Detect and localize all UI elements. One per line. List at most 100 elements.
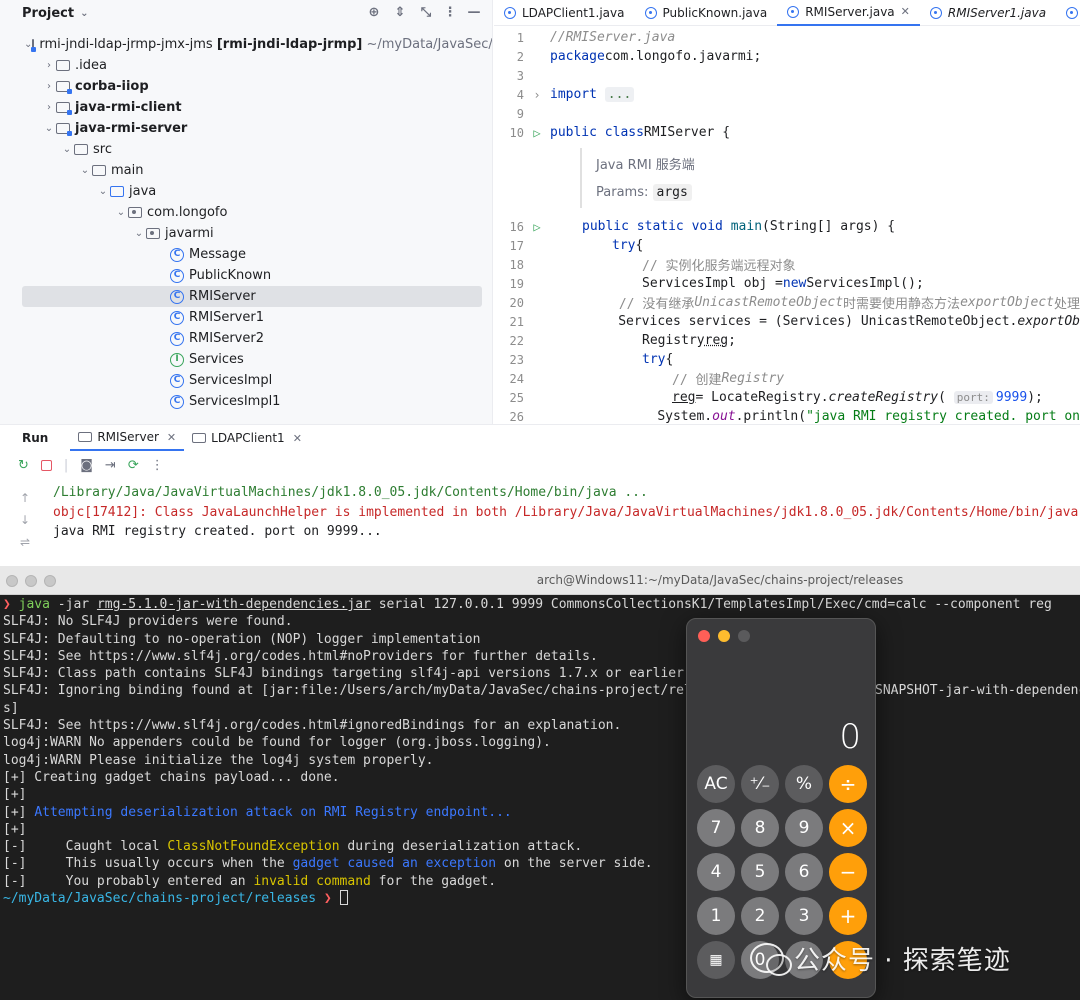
tree-item-src[interactable]: ⌄ src bbox=[0, 139, 492, 160]
calc-key-5[interactable]: 5 bbox=[741, 853, 779, 891]
calc-key-sign[interactable]: ⁺⁄₋ bbox=[741, 765, 779, 803]
run-gutter-icon[interactable]: ▷ bbox=[524, 220, 550, 234]
run-panel-title: Run bbox=[22, 431, 49, 445]
expand-all-icon[interactable]: ⇕ bbox=[392, 5, 408, 21]
close-window-icon[interactable] bbox=[698, 630, 710, 642]
calc-key-8[interactable]: 8 bbox=[741, 809, 779, 847]
tab-overflow[interactable] bbox=[1056, 0, 1080, 26]
class-icon bbox=[929, 6, 942, 19]
run-gutter-icon[interactable]: ▷ bbox=[524, 126, 550, 140]
calc-key-divide[interactable]: ÷ bbox=[829, 765, 867, 803]
more-options-icon[interactable]: ⋮ bbox=[442, 5, 458, 21]
minimize-window-icon[interactable] bbox=[25, 575, 37, 587]
terminal-window: arch@Windows11:~/myData/JavaSec/chains-p… bbox=[0, 566, 1080, 1000]
calc-key-4[interactable]: 4 bbox=[697, 853, 735, 891]
console-line: objc[17412]: Class JavaLaunchHelper is i… bbox=[53, 504, 1080, 520]
tree-item-rmiserver2[interactable]: C RMIServer2 bbox=[0, 328, 492, 349]
calc-key-2[interactable]: 2 bbox=[741, 897, 779, 935]
calc-key-multiply[interactable]: × bbox=[829, 809, 867, 847]
chevron-down-icon[interactable]: ⌄ bbox=[60, 144, 74, 155]
tree-item-servicesimpl1[interactable]: C ServicesImpl1 bbox=[0, 391, 492, 412]
chevron-down-icon[interactable]: ⌄ bbox=[80, 8, 88, 19]
chevron-right-icon[interactable]: › bbox=[42, 81, 56, 92]
terminal-line: SLF4J: Class path contains SLF4J binding… bbox=[3, 666, 692, 682]
chevron-right-icon[interactable]: › bbox=[42, 60, 56, 71]
chevron-down-icon[interactable]: ⌄ bbox=[96, 186, 110, 197]
tree-item-publicknown[interactable]: C PublicKnown bbox=[0, 265, 492, 286]
terminal-titlebar[interactable]: arch@Windows11:~/myData/JavaSec/chains-p… bbox=[0, 566, 1080, 595]
tab-ldapclient1[interactable]: LDAPClient1.java bbox=[494, 0, 635, 26]
chevron-down-icon[interactable]: ⌄ bbox=[42, 123, 56, 134]
tree-item-rmiserver1[interactable]: C RMIServer1 bbox=[0, 307, 492, 328]
fold-chevron-icon[interactable]: › bbox=[524, 88, 550, 102]
zoom-window-icon[interactable] bbox=[738, 630, 750, 642]
locate-icon[interactable]: ⊕ bbox=[366, 5, 382, 21]
calc-key-subtract[interactable]: − bbox=[829, 853, 867, 891]
close-window-icon[interactable] bbox=[6, 575, 18, 587]
tab-run-rmiserver[interactable]: RMIServer ✕ bbox=[70, 425, 185, 451]
module-folder-icon bbox=[31, 39, 37, 52]
chevron-down-icon[interactable]: ⌄ bbox=[114, 207, 128, 218]
tree-item-idea[interactable]: › .idea bbox=[0, 55, 492, 76]
calc-key-3[interactable]: 3 bbox=[785, 897, 823, 935]
calc-key-9[interactable]: 9 bbox=[785, 809, 823, 847]
tree-item-main[interactable]: ⌄ main bbox=[0, 160, 492, 181]
soft-wrap-icon[interactable]: ⇌ bbox=[12, 531, 38, 553]
class-icon: C bbox=[170, 247, 184, 262]
minimize-window-icon[interactable] bbox=[718, 630, 730, 642]
calc-key-6[interactable]: 6 bbox=[785, 853, 823, 891]
run-config-icon bbox=[78, 432, 93, 442]
folded-imports[interactable]: ... bbox=[604, 87, 635, 102]
chevron-right-icon[interactable]: › bbox=[42, 102, 56, 113]
close-icon[interactable]: ✕ bbox=[901, 5, 910, 18]
calculator-mode-icon[interactable]: ▦ bbox=[697, 941, 735, 979]
zoom-window-icon[interactable] bbox=[44, 575, 56, 587]
tree-item-java-rmi-client[interactable]: › java-rmi-client bbox=[0, 97, 492, 118]
tree-item-java[interactable]: ⌄ java bbox=[0, 181, 492, 202]
debug-icon[interactable]: ⟳ bbox=[128, 458, 139, 473]
project-panel-header[interactable]: Project ⌄ ⊕ ⇕ ⤡ ⋮ — bbox=[0, 0, 492, 26]
code-line: 23 try { bbox=[509, 352, 674, 367]
camera-icon[interactable]: ◙ bbox=[80, 458, 93, 473]
terminal-prompt[interactable]: ~/myData/JavaSec/chains-project/releases… bbox=[3, 890, 1080, 907]
calc-key-1[interactable]: 1 bbox=[697, 897, 735, 935]
code-editor: LDAPClient1.java PublicKnown.java RMISer… bbox=[494, 0, 1080, 424]
code-line: 3 bbox=[516, 68, 524, 83]
hide-panel-icon[interactable]: — bbox=[466, 5, 482, 21]
folder-icon bbox=[92, 165, 106, 176]
close-icon[interactable]: ✕ bbox=[167, 431, 176, 444]
tree-item-services[interactable]: I Services bbox=[0, 349, 492, 370]
tree-item-root[interactable]: ⌄ rmi-jndi-ldap-jrmp-jmx-jms [rmi-jndi-l… bbox=[0, 34, 492, 55]
rerun-icon[interactable]: ↻ bbox=[18, 458, 29, 473]
more-options-icon[interactable]: ⋮ bbox=[151, 458, 164, 473]
tree-item-com-longofo[interactable]: ⌄ com.longofo bbox=[0, 202, 492, 223]
tab-run-ldapclient1[interactable]: LDAPClient1 ✕ bbox=[184, 425, 310, 451]
chevron-down-icon[interactable]: ⌄ bbox=[78, 165, 92, 176]
tree-item-corba-iiop[interactable]: › corba-iiop bbox=[0, 76, 492, 97]
collapse-all-icon[interactable]: ⤡ bbox=[418, 5, 434, 21]
calc-key-percent[interactable]: % bbox=[785, 765, 823, 803]
ide-window: Project ⌄ ⊕ ⇕ ⤡ ⋮ — ⌄ rmi-jndi-ldap-jrmp… bbox=[0, 0, 1080, 566]
terminal-output[interactable]: ❯ java -jar rmg-5.1.0-jar-with-dependenc… bbox=[3, 596, 1080, 907]
calc-key-7[interactable]: 7 bbox=[697, 809, 735, 847]
tree-item-javarmi[interactable]: ⌄ javarmi bbox=[0, 223, 492, 244]
chevron-down-icon[interactable]: ⌄ bbox=[132, 228, 146, 239]
exit-icon[interactable]: ⇥ bbox=[105, 458, 116, 473]
terminal-title: arch@Windows11:~/myData/JavaSec/chains-p… bbox=[536, 573, 904, 587]
tab-publicknown[interactable]: PublicKnown.java bbox=[635, 0, 778, 26]
run-console-output[interactable]: /Library/Java/JavaVirtualMachines/jdk1.8… bbox=[53, 483, 1080, 542]
stop-icon[interactable] bbox=[40, 459, 52, 471]
tab-rmiserver1[interactable]: RMIServer1.java bbox=[920, 0, 1056, 26]
tree-item-servicesimpl[interactable]: C ServicesImpl bbox=[0, 370, 492, 391]
calc-key-clear[interactable]: AC bbox=[697, 765, 735, 803]
tree-item-message[interactable]: C Message bbox=[0, 244, 492, 265]
arrow-down-icon[interactable]: ↓ bbox=[12, 509, 38, 531]
calc-key-add[interactable]: + bbox=[829, 897, 867, 935]
class-icon: C bbox=[170, 310, 184, 325]
tree-item-java-rmi-server[interactable]: ⌄ java-rmi-server bbox=[0, 118, 492, 139]
close-icon[interactable]: ✕ bbox=[293, 432, 302, 445]
arrow-up-icon[interactable]: ↑ bbox=[12, 487, 38, 509]
tab-rmiserver[interactable]: RMIServer.java ✕ bbox=[777, 0, 920, 26]
tree-item-rmiserver[interactable]: C RMIServer bbox=[22, 286, 482, 307]
code-line: 9 bbox=[516, 106, 524, 121]
